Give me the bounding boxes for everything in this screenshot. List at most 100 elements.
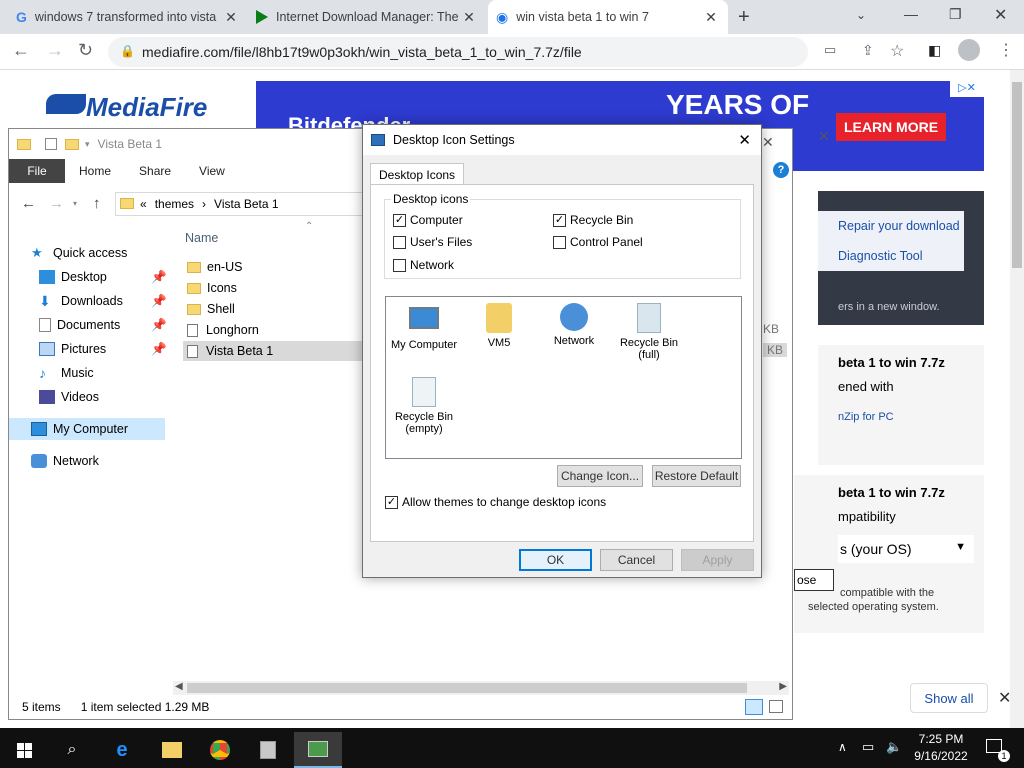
chrome-icon[interactable]	[196, 732, 244, 768]
breadcrumb-vista-beta-1[interactable]: Vista Beta 1	[214, 197, 279, 211]
search-icon[interactable]: ⌕	[48, 732, 96, 768]
checkbox-control-panel[interactable]: Control Panel	[553, 235, 643, 249]
page-scrollbar[interactable]	[1010, 70, 1024, 728]
forward-icon[interactable]: →	[46, 40, 64, 61]
clock-date[interactable]: 9/16/2022	[908, 749, 974, 763]
checkbox-box[interactable]: ✓	[393, 213, 406, 227]
ad-learn-more-button[interactable]: LEARN MORE	[836, 113, 946, 141]
horizontal-scrollbar[interactable]: ◀ ▶	[173, 681, 789, 695]
explorer-address-bar[interactable]: « themes › Vista Beta 1	[115, 192, 365, 216]
volume-icon[interactable]: 🔈	[886, 739, 902, 755]
clock-time[interactable]: 7:25 PM	[908, 732, 974, 746]
up-icon[interactable]: ↑	[93, 195, 101, 212]
properties-icon[interactable]	[45, 138, 57, 150]
back-icon[interactable]: ←	[12, 40, 30, 61]
checkbox-computer[interactable]: ✓ Computer	[393, 213, 463, 227]
close-download-shelf-icon[interactable]: ✕	[998, 688, 1010, 708]
start-button[interactable]	[0, 732, 48, 768]
checkbox-network[interactable]: Network	[393, 258, 454, 272]
app-icon[interactable]	[244, 732, 292, 768]
desktop-settings-taskbar-icon[interactable]	[294, 732, 342, 768]
close-tab-icon[interactable]: ✕	[460, 9, 478, 26]
ok-button[interactable]: OK	[519, 549, 592, 571]
chevron-down-icon[interactable]: ▾	[85, 139, 90, 150]
network-tray-icon[interactable]: ▭	[862, 739, 874, 755]
nav-downloads[interactable]: ⬇ Downloads 📌	[39, 290, 167, 312]
large-icons-view-icon[interactable]	[769, 700, 783, 713]
pin-icon[interactable]: 📌	[151, 318, 167, 333]
apply-button[interactable]: Apply	[681, 549, 754, 571]
new-tab-button[interactable]: +	[738, 6, 750, 29]
close-dialog-behind-icon[interactable]: ✕	[762, 134, 774, 151]
scroll-left-icon[interactable]: ◀	[175, 681, 183, 692]
checkbox-box[interactable]	[393, 235, 406, 249]
breadcrumb-themes[interactable]: themes	[155, 197, 194, 211]
checkbox-box[interactable]	[553, 235, 566, 249]
scrollbar-thumb[interactable]	[187, 683, 747, 693]
list-item[interactable]: Icons	[183, 278, 363, 298]
restore-default-button[interactable]: Restore Default	[652, 465, 741, 487]
nav-pictures[interactable]: Pictures 📌	[39, 338, 167, 360]
close-window-button[interactable]: ✕	[994, 5, 1007, 25]
side-panel-icon[interactable]: ◧	[928, 42, 941, 59]
checkbox-box[interactable]: ✓	[385, 495, 398, 509]
nav-documents[interactable]: Documents 📌	[39, 314, 167, 336]
restore-button[interactable]: ❐	[949, 6, 962, 23]
file-explorer-icon[interactable]	[148, 732, 196, 768]
pin-icon[interactable]: 📌	[151, 270, 167, 285]
internet-explorer-icon[interactable]: e	[98, 732, 146, 768]
checkbox-box[interactable]: ✓	[553, 213, 566, 227]
os-select[interactable]: s (your OS) ▼	[838, 535, 974, 563]
chevron-down-icon[interactable]: ▾	[73, 199, 77, 208]
cancel-button[interactable]: Cancel	[600, 549, 673, 571]
scrollbar-thumb[interactable]	[1012, 82, 1022, 268]
new-folder-icon[interactable]	[65, 138, 79, 150]
browser-tab-3-active[interactable]: ◉ win vista beta 1 to win 7 ✕	[488, 0, 728, 34]
icon-item-my-computer[interactable]: My Computer	[387, 303, 461, 351]
pin-icon[interactable]: 📌	[151, 294, 167, 309]
pin-icon[interactable]: 📌	[151, 342, 167, 357]
tab-search-icon[interactable]: ⌄	[856, 8, 866, 22]
checkbox-recycle-bin[interactable]: ✓ Recycle Bin	[553, 213, 633, 227]
address-bar[interactable]: 🔒 mediafire.com/file/l8hb17t9w0p3okh/win…	[108, 37, 836, 67]
nav-quick-access[interactable]: ★ Quick access	[31, 242, 127, 264]
nav-network[interactable]: Network	[31, 450, 99, 472]
ribbon-tab-share[interactable]: Share	[125, 164, 185, 178]
close-button[interactable]: ose	[794, 569, 834, 591]
ribbon-tab-home[interactable]: Home	[65, 164, 125, 178]
checkbox-box[interactable]	[393, 258, 406, 272]
close-tab-icon[interactable]: ✕	[702, 9, 720, 26]
nav-desktop[interactable]: Desktop 📌	[39, 266, 167, 288]
close-icon[interactable]: ✕	[738, 131, 751, 149]
profile-avatar-icon[interactable]	[958, 39, 980, 61]
show-hidden-icons-chevron[interactable]: ∧	[838, 740, 847, 754]
bookmark-star-icon[interactable]: ☆	[890, 41, 904, 61]
zip-app-link[interactable]: nZip for PC	[838, 411, 894, 423]
adchoices-icon[interactable]: ▷✕	[950, 81, 984, 97]
cast-icon[interactable]: ▭	[824, 42, 836, 58]
change-icon-button[interactable]: Change Icon...	[557, 465, 643, 487]
checkbox-allow-themes[interactable]: ✓ Allow themes to change desktop icons	[385, 495, 606, 509]
tab-desktop-icons[interactable]: Desktop Icons	[370, 163, 465, 185]
icon-item-recycle-bin-empty[interactable]: Recycle Bin (empty)	[387, 377, 461, 435]
list-item[interactable]: Shell	[183, 299, 363, 319]
column-header-name[interactable]: Name	[185, 231, 218, 245]
list-item[interactable]: en-US	[183, 257, 363, 277]
close-overlay-icon[interactable]: ✕	[818, 128, 830, 145]
share-icon[interactable]: ⇪	[862, 42, 874, 59]
list-item-selected[interactable]: Vista Beta 1	[183, 341, 363, 361]
reload-icon[interactable]: ↻	[78, 40, 93, 61]
show-all-downloads-button[interactable]: Show all	[910, 683, 988, 713]
checkbox-users-files[interactable]: User's Files	[393, 235, 472, 249]
forward-icon[interactable]: →	[49, 195, 64, 212]
minimize-button[interactable]: —	[904, 6, 918, 22]
menu-kebab-icon[interactable]: ⋮	[998, 40, 1014, 60]
browser-tab-2[interactable]: Internet Download Manager: The ✕	[248, 0, 486, 34]
scroll-right-icon[interactable]: ▶	[779, 681, 787, 692]
icon-item-user[interactable]: VM5	[462, 303, 536, 349]
help-icon[interactable]: ?	[773, 162, 789, 178]
close-tab-icon[interactable]: ✕	[222, 9, 240, 26]
diagnostic-link[interactable]: Diagnostic Tool	[838, 249, 923, 263]
nav-music[interactable]: ♪ Music	[39, 362, 94, 384]
back-icon[interactable]: ←	[21, 195, 36, 212]
